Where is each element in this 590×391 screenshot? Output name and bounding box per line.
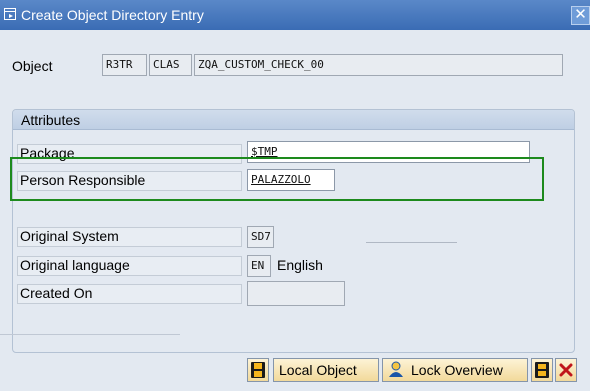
original-language-label: Original language bbox=[20, 257, 130, 273]
local-object-button[interactable]: Local Object bbox=[273, 358, 379, 382]
object-label: Object bbox=[12, 58, 53, 74]
original-system-label: Original System bbox=[20, 228, 119, 244]
close-icon[interactable]: ✕ bbox=[571, 6, 590, 25]
create-entry-icon bbox=[4, 8, 16, 20]
footer-separator bbox=[0, 334, 180, 335]
orig-system-separator bbox=[366, 242, 457, 243]
window-title-bar: Create Object Directory Entry ✕ bbox=[0, 0, 590, 30]
dialog-content: Object R3TR CLAS ZQA_CUSTOM_CHECK_00 Att… bbox=[0, 30, 590, 391]
cancel-icon bbox=[559, 363, 573, 377]
original-language-code: EN bbox=[247, 255, 271, 277]
window-title: Create Object Directory Entry bbox=[21, 7, 204, 23]
created-on-field bbox=[247, 281, 345, 306]
original-language-name: English bbox=[277, 257, 323, 273]
cancel-button[interactable] bbox=[555, 358, 577, 382]
save-button[interactable] bbox=[247, 358, 269, 382]
object-type-field: CLAS bbox=[149, 54, 192, 76]
help-button[interactable] bbox=[531, 358, 553, 382]
save-icon bbox=[251, 362, 265, 378]
lock-overview-label: Lock Overview bbox=[411, 362, 503, 378]
attributes-group-header: Attributes bbox=[13, 110, 574, 130]
original-system-field: SD7 bbox=[247, 226, 274, 248]
lock-overview-button[interactable]: Lock Overview bbox=[382, 358, 528, 382]
help-icon bbox=[535, 362, 549, 378]
object-name-field: ZQA_CUSTOM_CHECK_00 bbox=[194, 54, 563, 76]
lock-overview-icon bbox=[389, 361, 403, 377]
attributes-header-label: Attributes bbox=[21, 112, 81, 128]
created-on-label: Created On bbox=[20, 285, 93, 301]
package-highlight-box bbox=[10, 157, 544, 201]
object-pgmid-field: R3TR bbox=[102, 54, 147, 76]
